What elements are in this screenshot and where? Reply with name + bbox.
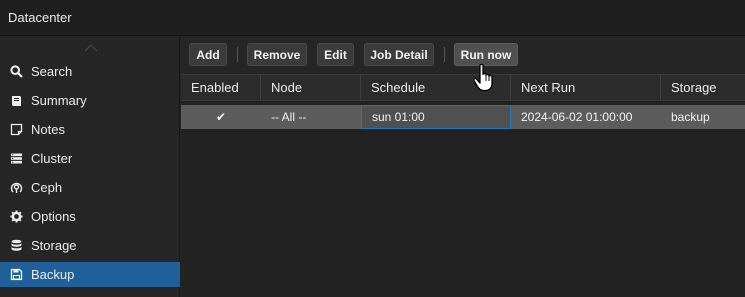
server-icon — [9, 152, 23, 166]
cell-storage: backup — [671, 110, 710, 124]
grid-header: Enabled Node Schedule Next Run Storage — [181, 74, 745, 101]
column-header-node[interactable]: Node — [261, 75, 361, 100]
sidebar-item-cluster[interactable]: Cluster — [0, 146, 180, 171]
backup-panel: Add Remove Edit Job Detail Run now Enabl… — [181, 36, 745, 297]
toolbar-separator — [237, 47, 238, 62]
search-icon — [9, 65, 23, 79]
sidebar-item-label: Cluster — [31, 151, 73, 166]
cell-schedule[interactable]: sun 01:00 — [361, 105, 511, 129]
note-icon — [9, 123, 23, 137]
ceph-icon — [9, 181, 23, 195]
sidebar-item-backup[interactable]: Backup — [0, 262, 180, 287]
toolbar: Add Remove Edit Job Detail Run now — [181, 36, 745, 74]
sidebar-item-search[interactable]: Search — [0, 59, 180, 84]
gear-icon — [9, 210, 23, 224]
cell-node: -- All -- — [271, 110, 307, 124]
sidebar: Search Summary Notes Cluster Ceph Option… — [0, 36, 180, 297]
column-header-storage[interactable]: Storage — [661, 75, 745, 100]
sidebar-item-label: Backup — [31, 267, 75, 282]
sidebar-item-label: Storage — [31, 238, 77, 253]
remove-button[interactable]: Remove — [247, 43, 307, 66]
sidebar-item-options[interactable]: Options — [0, 204, 180, 229]
column-header-next-run[interactable]: Next Run — [511, 75, 661, 100]
panel-header: Datacenter — [0, 0, 745, 36]
sidebar-item-label: Search — [31, 64, 73, 79]
sidebar-item-summary[interactable]: Summary — [0, 88, 180, 113]
sidebar-item-label: Summary — [31, 93, 87, 108]
sidebar-item-label: Ceph — [31, 180, 63, 195]
edit-button[interactable]: Edit — [317, 43, 354, 66]
hand-pointer-cursor-icon — [474, 63, 493, 92]
cell-next-run: 2024-06-02 01:00:00 — [521, 110, 633, 124]
book-icon — [9, 94, 23, 108]
sidebar-item-storage[interactable]: Storage — [0, 233, 180, 258]
toolbar-separator — [444, 47, 445, 62]
table-row[interactable]: ✔ -- All -- sun 01:00 2024-06-02 01:00:0… — [181, 105, 745, 129]
sidebar-item-label: Options — [31, 209, 76, 224]
sidebar-item-notes[interactable]: Notes — [0, 117, 180, 142]
panel-title: Datacenter — [8, 10, 72, 25]
sidebar-item-label: Notes — [31, 122, 65, 137]
job-detail-button[interactable]: Job Detail — [364, 43, 434, 66]
enabled-checkmark-icon: ✔ — [215, 110, 227, 124]
scroll-up-icon[interactable] — [84, 42, 98, 52]
sidebar-item-ceph[interactable]: Ceph — [0, 175, 180, 200]
database-icon — [9, 239, 23, 253]
floppy-icon — [9, 268, 23, 282]
column-header-enabled[interactable]: Enabled — [181, 75, 261, 100]
add-button[interactable]: Add — [189, 43, 227, 66]
